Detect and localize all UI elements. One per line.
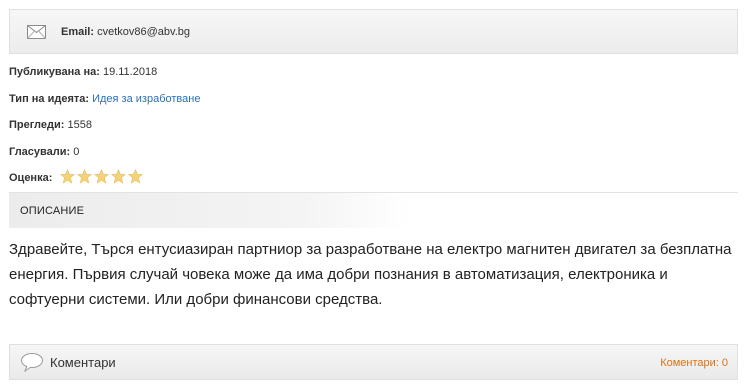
votes-row: Гласували: 0 xyxy=(9,145,79,159)
idea-type-row: Тип на идеята: Идея за изработване xyxy=(9,92,200,106)
comments-count[interactable]: Коментари: 0 xyxy=(660,357,728,370)
star-icon[interactable] xyxy=(94,169,109,184)
idea-type-link[interactable]: Идея за изработване xyxy=(92,93,200,105)
published-value: 19.11.2018 xyxy=(102,66,158,78)
idea-type-label: Тип на идеята: xyxy=(9,93,90,105)
comments-label: Коментари xyxy=(50,355,116,370)
published-row: Публикувана на: 19.11.2018 xyxy=(9,65,157,79)
views-value: 1558 xyxy=(67,119,92,131)
star-icon[interactable] xyxy=(128,169,143,184)
description-heading: ОПИСАНИЕ xyxy=(20,205,85,217)
views-label: Прегледи: xyxy=(9,119,65,131)
rating-stars[interactable] xyxy=(60,169,143,185)
email-line: Email: cvetkov86@abv.bg xyxy=(61,25,190,39)
votes-label: Гласували: xyxy=(9,146,71,158)
published-label: Публикувана на: xyxy=(9,66,100,78)
contact-box: Email: cvetkov86@abv.bg xyxy=(9,9,738,54)
envelope-icon xyxy=(27,25,46,39)
rating-label: Оценка: xyxy=(9,172,53,184)
email-label: Email: xyxy=(61,26,95,38)
speech-bubble-icon xyxy=(21,353,43,372)
views-row: Прегледи: 1558 xyxy=(9,118,92,132)
description-text: Здравейте, Търся ентусиазиран партниор з… xyxy=(9,241,732,308)
star-icon[interactable] xyxy=(111,169,126,184)
star-icon[interactable] xyxy=(77,169,92,184)
comments-bar: Коментари Коментари: 0 xyxy=(9,344,738,380)
description-heading-bar: ОПИСАНИЕ xyxy=(9,192,738,228)
star-icon[interactable] xyxy=(60,169,75,184)
rating-row: Оценка: xyxy=(9,171,52,185)
email-value[interactable]: cvetkov86@abv.bg xyxy=(97,26,190,38)
votes-value: 0 xyxy=(73,146,80,158)
